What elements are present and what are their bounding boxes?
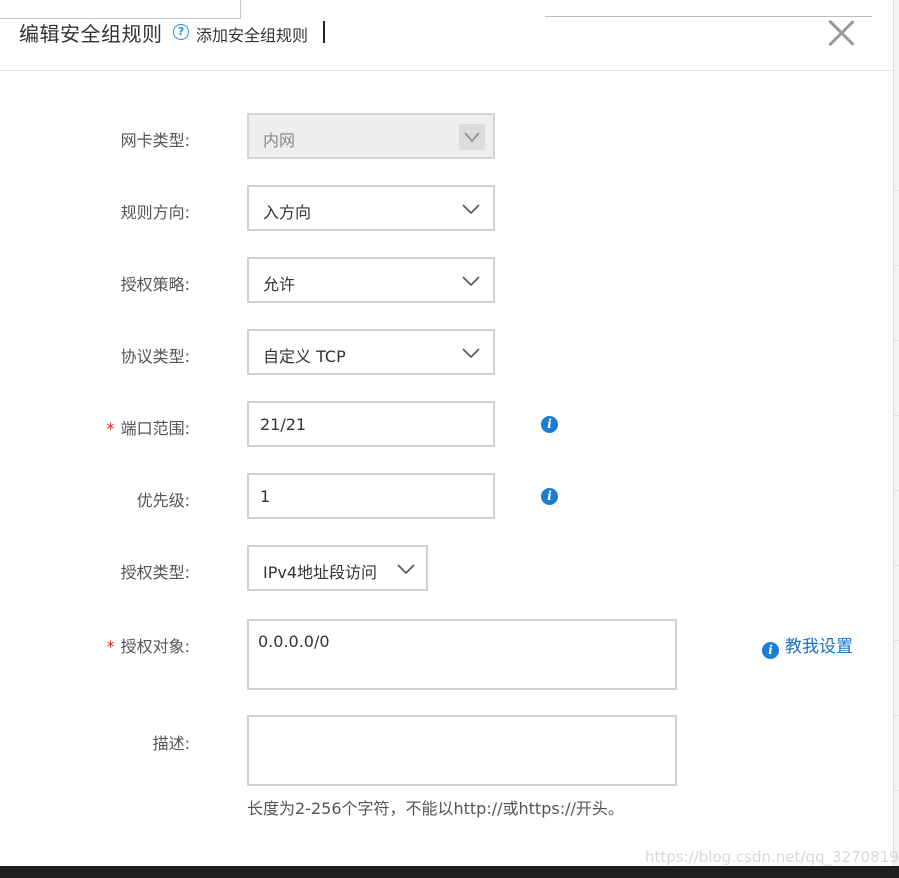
dropdown-button	[459, 124, 485, 150]
nic-type-value: 内网	[263, 131, 296, 150]
security-group-rule-dialog: 编辑安全组规则 ? 添加安全组规则 网卡类型: 内网 规则方向: 入方向 授权策…	[0, 0, 899, 878]
port-range-label: * 端口范围:	[0, 415, 190, 439]
direction-label: 规则方向:	[120, 203, 190, 222]
teach-me-link[interactable]: i 教我设置	[762, 632, 853, 659]
auth-type-select[interactable]: IPv4地址段访问	[247, 545, 428, 591]
auth-object-label-text: 授权对象:	[120, 637, 190, 656]
protocol-label: 协议类型:	[120, 347, 190, 366]
dialog-title: 编辑安全组规则	[19, 22, 163, 46]
auth-object-label: * 授权对象:	[0, 633, 190, 657]
priority-value: 1	[260, 487, 271, 506]
direction-value: 入方向	[263, 203, 312, 222]
dialog-header: 编辑安全组规则 ? 添加安全组规则	[0, 0, 893, 71]
required-marker: *	[106, 637, 115, 656]
chevron-down-icon	[464, 132, 480, 143]
port-range-input[interactable]: 21/21	[247, 401, 495, 447]
close-icon[interactable]	[826, 18, 856, 48]
chevron-down-icon	[397, 564, 415, 575]
auth-object-textarea[interactable]: 0.0.0.0/0	[247, 619, 677, 690]
nic-type-select: 内网	[247, 113, 495, 159]
policy-select[interactable]: 允许	[247, 257, 495, 303]
taskbar-strip	[0, 866, 899, 878]
description-label: 描述:	[152, 734, 190, 753]
policy-value: 允许	[263, 275, 296, 294]
description-textarea[interactable]	[247, 715, 677, 786]
scrollbar[interactable]	[893, 0, 899, 866]
policy-label: 授权策略:	[120, 275, 190, 294]
priority-label: 优先级:	[136, 491, 190, 510]
description-hint: 长度为2-256个字符，不能以http://或https://开头。	[247, 799, 624, 818]
port-range-label-text: 端口范围:	[120, 419, 190, 438]
port-range-value: 21/21	[260, 415, 307, 434]
text-cursor	[323, 21, 325, 43]
chevron-down-icon	[462, 204, 480, 215]
question-circle-icon[interactable]: ?	[173, 24, 189, 40]
nic-type-label: 网卡类型:	[120, 131, 190, 150]
chevron-down-icon	[462, 276, 480, 287]
direction-select[interactable]: 入方向	[247, 185, 495, 231]
auth-type-value: IPv4地址段访问	[263, 563, 378, 582]
info-icon[interactable]: i	[541, 416, 558, 433]
auth-object-value: 0.0.0.0/0	[258, 632, 330, 651]
protocol-select[interactable]: 自定义 TCP	[247, 329, 495, 375]
protocol-value: 自定义 TCP	[263, 347, 346, 366]
auth-type-label: 授权类型:	[120, 563, 190, 582]
info-icon[interactable]: i	[541, 488, 558, 505]
info-icon: i	[762, 642, 779, 659]
dialog-subtitle: 添加安全组规则	[196, 26, 309, 45]
priority-input[interactable]: 1	[247, 473, 495, 519]
chevron-down-icon	[462, 348, 480, 359]
teach-me-label: 教我设置	[785, 637, 853, 657]
required-marker: *	[106, 419, 115, 438]
watermark: https://blog.csdn.net/qq_32708193	[645, 848, 899, 866]
